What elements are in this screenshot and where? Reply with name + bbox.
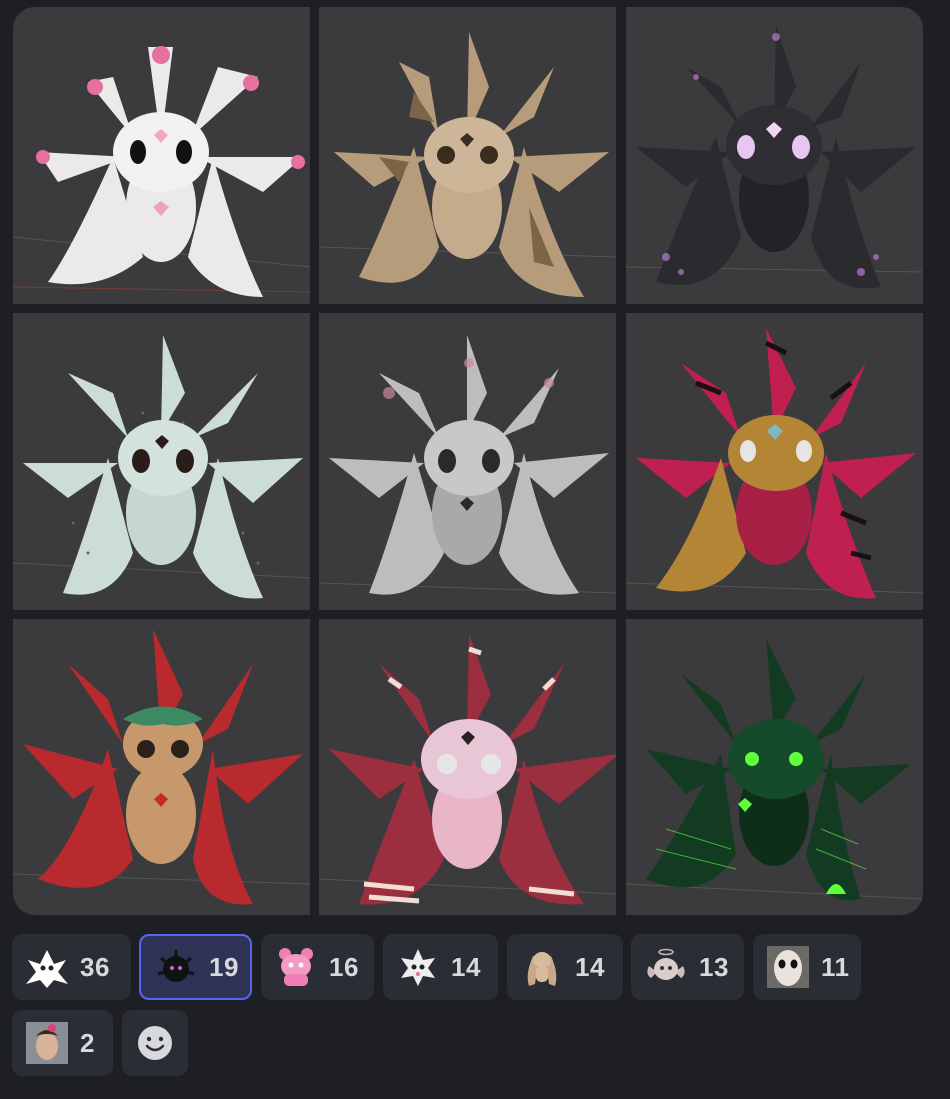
reaction-count: 13: [699, 951, 729, 982]
image-gallery: [13, 7, 923, 915]
selfie-photo-icon: [24, 1020, 70, 1066]
gallery-image-9[interactable]: [626, 619, 923, 915]
reaction-count: 16: [329, 951, 359, 982]
reaction-white-creature[interactable]: 36: [12, 934, 131, 1000]
gallery-image-7[interactable]: [13, 619, 310, 915]
gallery-image-8[interactable]: [319, 619, 616, 915]
reaction-pink-bear[interactable]: 16: [261, 934, 374, 1000]
leopard-zebra-plush-render: [626, 328, 923, 599]
black-creature-icon: [153, 944, 199, 990]
reaction-count: 36: [80, 951, 110, 982]
mint-speckled-plush-render: [13, 335, 310, 599]
reaction-tan-bunny[interactable]: 14: [507, 934, 623, 1000]
white-pink-plush-render: [13, 46, 310, 297]
white-bunny-icon: [395, 944, 441, 990]
red-gingerbread-plush-render: [13, 629, 310, 905]
reaction-black-creature[interactable]: 19: [139, 934, 252, 1000]
pale-face-icon: [765, 944, 811, 990]
add-reaction-smiley-icon: [138, 1026, 172, 1060]
reaction-count: 14: [451, 951, 481, 982]
gallery-image-6[interactable]: [626, 313, 923, 610]
reaction-white-bunny[interactable]: 14: [383, 934, 498, 1000]
chrome-floral-plush-render: [319, 335, 616, 595]
angel-bunny-icon: [643, 944, 689, 990]
gallery-image-1[interactable]: [13, 7, 310, 304]
reaction-count: 11: [821, 951, 850, 982]
black-glitter-plush-render: [626, 25, 923, 289]
pink-bear-icon: [273, 944, 319, 990]
gallery-image-4[interactable]: [13, 313, 310, 610]
reaction-count: 2: [80, 1027, 95, 1058]
reaction-pale-face[interactable]: 11: [753, 934, 861, 1000]
tan-bunny-icon: [519, 944, 565, 990]
add-reaction-button[interactable]: [122, 1010, 188, 1076]
gallery-image-3[interactable]: [626, 7, 923, 304]
white-creature-icon: [24, 944, 70, 990]
pink-striped-plush-render: [319, 634, 616, 905]
reaction-count: 19: [209, 951, 239, 982]
reaction-count: 14: [575, 951, 605, 982]
burlap-patchwork-plush-render: [319, 32, 616, 297]
neon-green-plush-render: [626, 639, 923, 901]
gallery-image-5[interactable]: [319, 313, 616, 610]
reaction-selfie[interactable]: 2: [12, 1010, 113, 1076]
reaction-angel-bunny[interactable]: 13: [631, 934, 744, 1000]
gallery-image-2[interactable]: [319, 7, 616, 304]
